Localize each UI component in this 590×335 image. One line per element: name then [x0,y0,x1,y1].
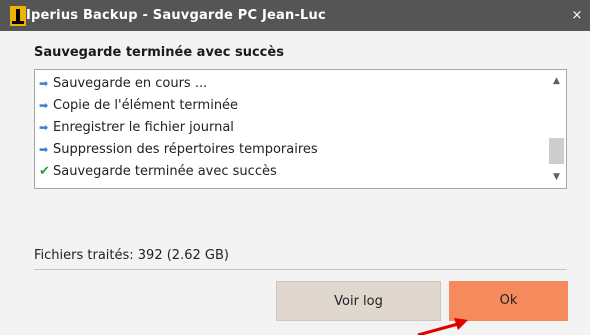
backup-complete-dialog: Iperius Backup - Sauvgarde PC Jean-Luc ×… [0,0,590,335]
red-annotation-arrow-icon [417,318,468,335]
